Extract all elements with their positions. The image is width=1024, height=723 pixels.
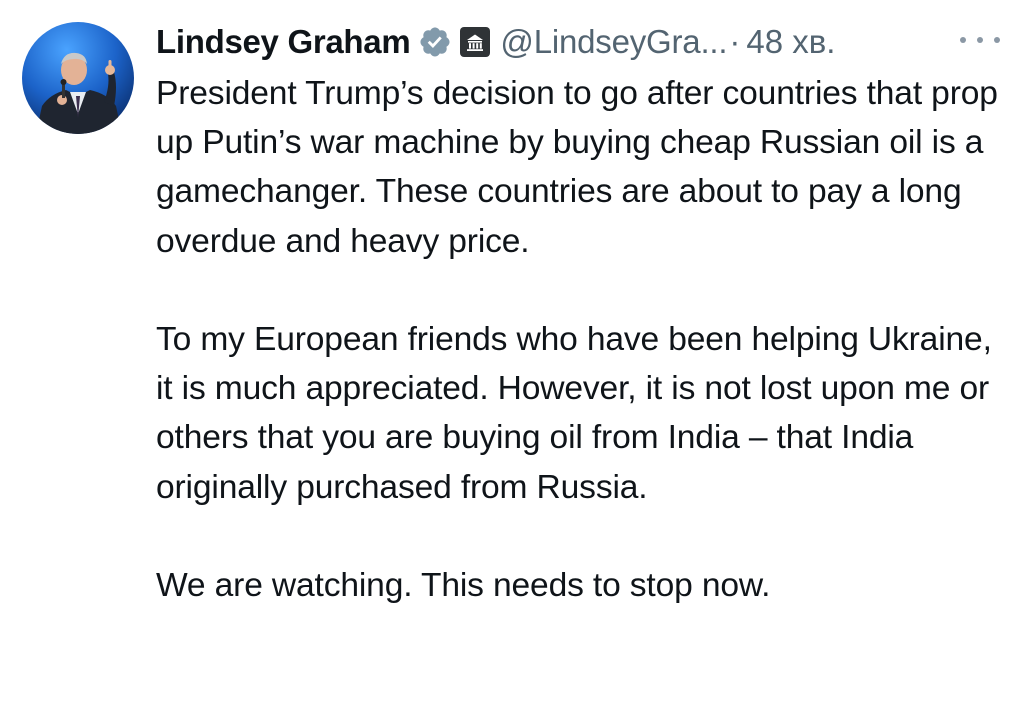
tweet-paragraph: We are watching. This needs to stop now. xyxy=(156,567,771,604)
more-dot xyxy=(960,37,966,43)
more-dot xyxy=(977,37,983,43)
tweet-paragraph: President Trump’s decision to go after c… xyxy=(156,75,998,260)
avatar[interactable] xyxy=(22,22,134,134)
tweet: Lindsey Graham @LindseyGra... · 48 хв. P… xyxy=(0,0,1024,723)
timestamp[interactable]: 48 хв. xyxy=(746,23,835,61)
more-horizontal-icon[interactable] xyxy=(960,30,1000,50)
tweet-header: Lindsey Graham @LindseyGra... · 48 хв. xyxy=(156,14,835,70)
avatar-photo xyxy=(22,22,134,134)
tweet-paragraph: To my European friends who have been hel… xyxy=(156,321,992,506)
separator-dot: · xyxy=(729,23,741,60)
author-name[interactable]: Lindsey Graham xyxy=(156,23,411,61)
verified-badge-icon[interactable] xyxy=(418,25,452,59)
government-building-icon[interactable] xyxy=(460,27,491,57)
author-handle[interactable]: @LindseyGra... xyxy=(500,23,727,61)
tweet-text: President Trump’s decision to go after c… xyxy=(156,69,1006,610)
more-dot xyxy=(994,37,1000,43)
